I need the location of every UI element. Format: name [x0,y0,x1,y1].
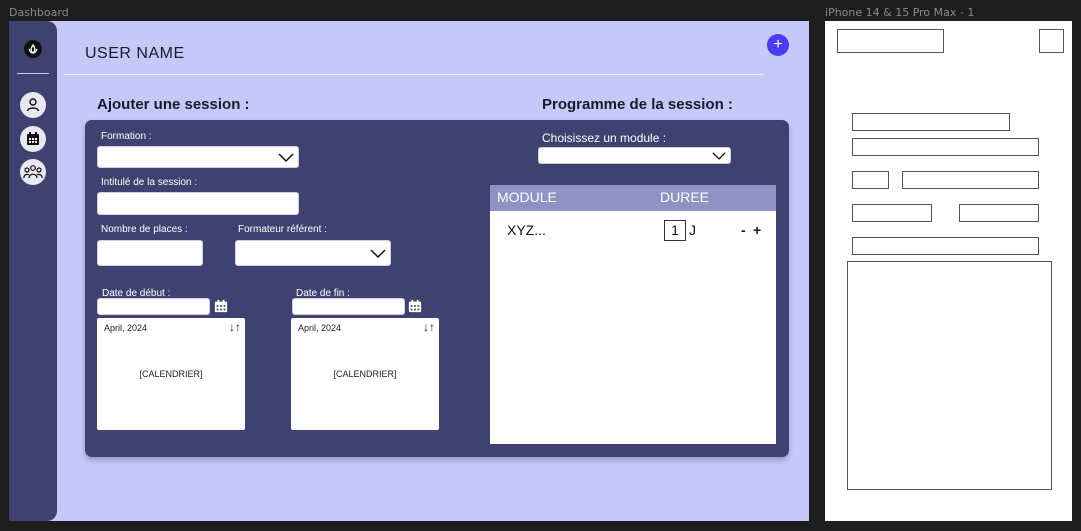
intitule-input[interactable] [97,192,299,215]
sort-icon[interactable]: ↓↑ [423,320,435,334]
calendar-icon[interactable] [214,299,228,313]
phone-wireframe [825,21,1072,521]
wireframe-box [852,113,1010,131]
logo-icon[interactable] [24,40,42,58]
formateur-label: Formateur référent : [238,224,327,235]
sort-icon[interactable]: ↓↑ [229,320,241,334]
group-icon [23,165,43,179]
calendar-placeholder: [CALENDRIER] [333,369,397,379]
duration-unit: J [689,222,696,238]
wireframe-box [852,138,1039,156]
header-divider [64,74,764,75]
places-label: Nombre de places : [101,224,188,235]
wireframe-box [902,171,1039,189]
wireframe-box [852,171,889,189]
add-button[interactable]: + [767,34,789,56]
wireframe-box [852,237,1039,255]
column-module: MODULE [497,189,557,205]
sidebar-item-calendar[interactable] [20,126,46,152]
duration-input[interactable]: 1 [664,220,686,241]
form-title: Ajouter une session : [97,96,250,113]
calendar-icon [27,132,39,145]
username: USER NAME [85,45,185,62]
dashboard-frame-label: Dashboard [9,6,69,19]
sidebar-item-group[interactable] [20,159,46,185]
formateur-select[interactable] [235,240,391,266]
wireframe-box [847,261,1052,490]
date-fin-input[interactable] [292,298,405,315]
chevron-down-icon [712,152,726,160]
places-input[interactable] [97,240,203,266]
sidebar [9,21,57,521]
date-debut-input[interactable] [97,298,210,315]
calendar-debut[interactable]: April, 2024 ↓↑ [CALENDRIER] [97,318,245,430]
module-select-label: Choisissez un module : [542,131,667,145]
programme-title: Programme de la session : [542,96,733,113]
formation-select[interactable] [97,146,299,168]
calendar-month: April, 2024 [298,323,342,333]
calendar-month: April, 2024 [104,323,148,333]
chevron-down-icon [370,249,386,259]
user-icon [26,98,40,112]
intitule-label: Intitulé de la session : [101,177,198,188]
wireframe-box [959,204,1039,222]
wireframe-box [1039,29,1064,53]
chevron-down-icon [278,153,294,163]
module-name: XYZ... [507,222,546,238]
formation-label: Formation : [101,131,152,142]
calendar-fin[interactable]: April, 2024 ↓↑ [CALENDRIER] [291,318,439,430]
phone-frame-label: iPhone 14 & 15 Pro Max - 1 [825,6,975,19]
sidebar-divider [17,73,49,74]
increment-button[interactable]: + [753,222,761,238]
calendar-placeholder: [CALENDRIER] [139,369,203,379]
dashboard: USER NAME + Ajouter une session : Progra… [9,21,809,521]
session-panel: Formation : Intitulé de la session : Nom… [85,120,789,457]
decrement-button[interactable]: - [741,222,746,238]
module-table-header: MODULE DUREE [490,185,776,211]
sidebar-item-user[interactable] [20,92,46,118]
module-table: MODULE DUREE XYZ... 1 J - + [490,185,776,444]
column-duree: DUREE [660,189,710,205]
wireframe-box [837,29,944,53]
wireframe-box [852,204,932,222]
calendar-icon[interactable] [408,299,422,313]
module-select[interactable] [538,147,731,164]
